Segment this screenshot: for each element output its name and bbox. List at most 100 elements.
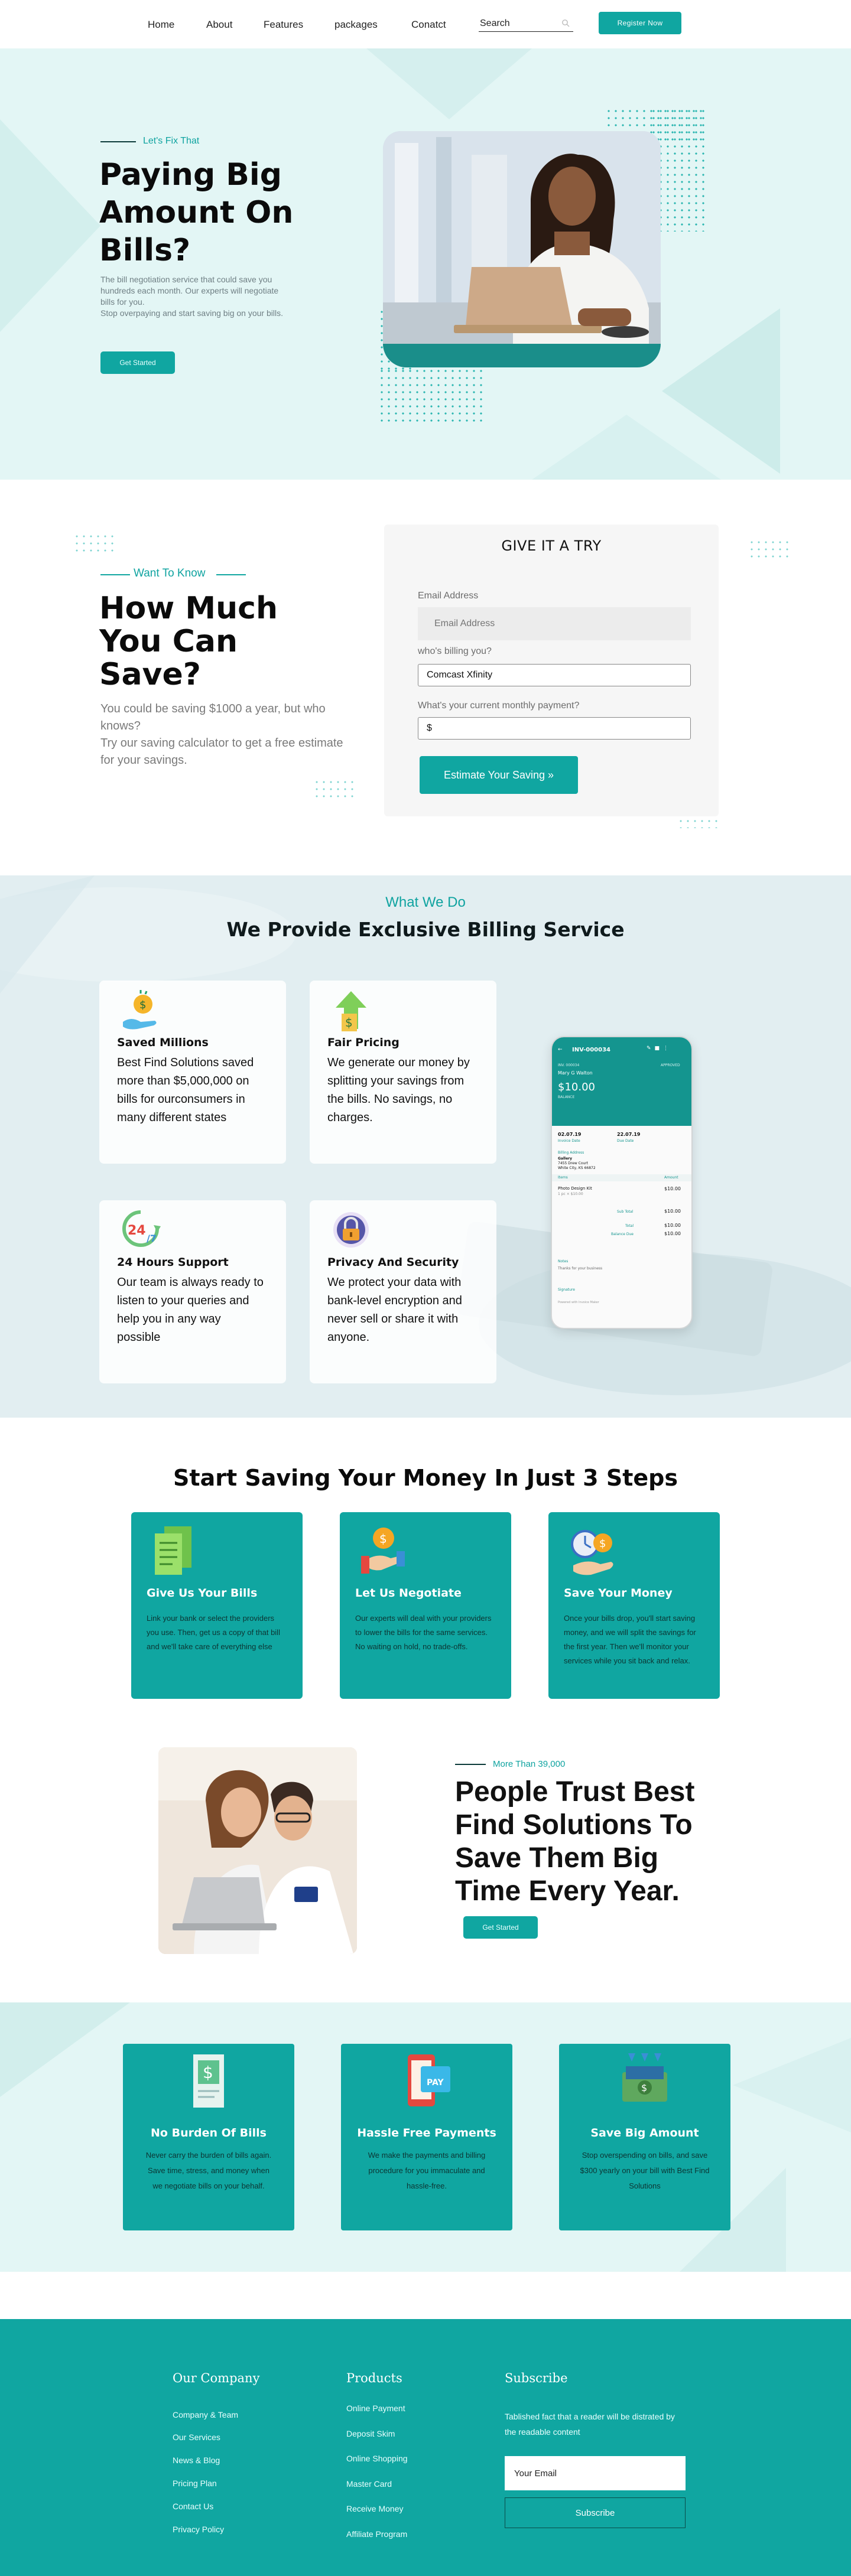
decor-triangle	[532, 415, 721, 480]
invoice-id: INV-000034	[572, 1047, 610, 1053]
footer-link[interactable]: Affiliate Program	[346, 2529, 407, 2539]
decor-dots	[313, 779, 356, 800]
footer-link[interactable]: Company & Team	[173, 2410, 238, 2419]
step-text: Once your bills drop, you'll start savin…	[564, 1614, 696, 1665]
decor-dots	[378, 367, 485, 424]
footer: Our Company Company & Team Our Services …	[0, 2319, 851, 2576]
benefit-text: Never carry the burden of bills again. S…	[145, 2151, 272, 2190]
billing-label: who's billing you?	[418, 646, 492, 656]
hero-section: Let's Fix That Paying Big Amount On Bill…	[0, 48, 851, 480]
billing-street: 7455 Drew Court	[558, 1161, 589, 1165]
services-tag: What We Do	[385, 894, 466, 910]
coin-hand-icon: $	[361, 1528, 405, 1574]
register-button[interactable]: Register Now	[599, 12, 681, 34]
nav-link-home[interactable]: Home	[148, 19, 174, 31]
step-card-negotiate: $ Let Us Negotiate Our experts will deal…	[340, 1512, 511, 1699]
step-card-save-money: $ Save Your Money Once your bills drop, …	[548, 1512, 720, 1699]
phone-invoice-mockup: ← INV-000034 ✎■⋮ INV. 000034 Mary G Walt…	[551, 1036, 693, 1329]
step-text: Our experts will deal with your provider…	[355, 1614, 492, 1651]
hero-tag: Let's Fix That	[143, 136, 200, 146]
signature-label: Signature	[558, 1288, 575, 1292]
step-card-give-bills: Give Us Your Bills Link your bank or sel…	[131, 1512, 303, 1699]
decor-triangle	[0, 119, 100, 332]
hero-photo	[383, 131, 661, 367]
decor-triangle	[366, 48, 532, 119]
calculator-card: GIVE IT A TRY Email Address who's billin…	[384, 525, 719, 816]
get-started-button[interactable]: Get Started	[100, 351, 175, 374]
due-date: 22.07.19	[617, 1132, 641, 1137]
savings-calculator-section: Want To Know How Much You Can Save? You …	[0, 480, 851, 875]
billing-address-label: Billing Address	[558, 1151, 584, 1155]
service-title: Saved Millions	[117, 1036, 209, 1049]
estimate-saving-button[interactable]: Estimate Your Saving »	[420, 756, 578, 794]
footer-link[interactable]: Pricing Plan	[173, 2479, 217, 2488]
footer-link[interactable]: Contact Us	[173, 2502, 213, 2511]
footer-link[interactable]: Receive Money	[346, 2504, 404, 2513]
nav-link-about[interactable]: About	[206, 19, 232, 31]
svg-text:$: $	[139, 999, 146, 1011]
balance-due-value: $10.00	[664, 1231, 681, 1236]
billing-provider-field[interactable]	[418, 664, 691, 686]
search-icon[interactable]	[561, 19, 570, 27]
money-hand-icon: $	[123, 990, 157, 1030]
service-title: Privacy And Security	[327, 1256, 459, 1269]
svg-text:$: $	[203, 2063, 213, 2082]
trust-tag: More Than 39,000	[493, 1759, 566, 1769]
lock-icon	[333, 1212, 369, 1248]
edit-icon: ✎■⋮	[647, 1046, 673, 1051]
bills-stack-icon	[155, 1526, 191, 1575]
benefit-title: Hassle Free Payments	[357, 2126, 496, 2139]
nav-link-features[interactable]: Features	[264, 19, 303, 31]
email-label: Email Address	[418, 591, 479, 601]
calculator-card-title: GIVE IT A TRY	[501, 538, 602, 554]
services-section: What We Do We Provide Exclusive Billing …	[0, 875, 851, 1418]
nav-link-contact[interactable]: Conatct	[411, 19, 446, 31]
svg-text:$: $	[379, 1532, 387, 1546]
service-card-fair-pricing: $ Fair Pricing We generate our money by …	[310, 981, 496, 1164]
support-24-7-icon: 24 /7	[122, 1210, 161, 1247]
phone-pay-icon: PAY	[408, 2054, 450, 2106]
footer-link[interactable]: Our Services	[173, 2432, 220, 2442]
total-label: Total	[625, 1224, 634, 1228]
monthly-payment-field[interactable]	[418, 717, 691, 740]
service-card-privacy-security: Privacy And Security We protect your dat…	[310, 1200, 496, 1383]
decor-triangle	[0, 2002, 130, 2097]
subscribe-text: Tablished fact that a reader will be dis…	[505, 2412, 675, 2437]
footer-link[interactable]: Master Card	[346, 2479, 392, 2489]
footer-link[interactable]: Online Payment	[346, 2404, 405, 2413]
email-field[interactable]	[418, 607, 691, 640]
billing-name: Gallery	[558, 1157, 573, 1161]
step-title: Give Us Your Bills	[147, 1587, 258, 1600]
couple-with-laptop-image	[158, 1747, 357, 1954]
benefit-card-save-big: $ Save Big Amount Stop overspending on b…	[559, 2044, 730, 2230]
benefit-text: Stop overspending on bills, and save $30…	[580, 2151, 710, 2190]
balance-label: BALANCE	[558, 1095, 575, 1099]
item-name: Photo Design Kit	[558, 1186, 592, 1191]
top-navigation: Home About Features packages Conatct Reg…	[0, 0, 851, 48]
subscribe-button[interactable]: Subscribe	[505, 2497, 686, 2528]
get-started-button[interactable]: Get Started	[463, 1916, 538, 1939]
trust-title: People Trust Best Find Solutions To Save…	[455, 1776, 695, 1907]
benefit-title: Save Big Amount	[590, 2126, 699, 2139]
search-input[interactable]	[479, 15, 573, 32]
receipt-dollar-icon: $	[193, 2054, 224, 2108]
footer-link[interactable]: News & Blog	[173, 2455, 220, 2465]
steps-title: Start Saving Your Money In Just 3 Steps	[173, 1465, 678, 1491]
notes-label: Notes	[558, 1259, 569, 1263]
nav-link-packages[interactable]: packages	[334, 19, 378, 31]
footer-link[interactable]: Privacy Policy	[173, 2525, 224, 2534]
footer-link[interactable]: Online Shopping	[346, 2454, 408, 2463]
svg-text:$: $	[599, 1538, 606, 1550]
footer-subscribe-heading: Subscribe	[505, 2371, 568, 2385]
footer-link[interactable]: Deposit Skim	[346, 2429, 395, 2438]
service-text: We protect your data with bank-level enc…	[327, 1276, 462, 1344]
calc-title: How Much You Can Save?	[99, 591, 278, 692]
tag-line	[100, 574, 130, 575]
benefits-section: $ No Burden Of Bills Never carry the bur…	[0, 2002, 851, 2272]
invoice-date: 02.07.19	[558, 1132, 582, 1137]
step-title: Let Us Negotiate	[355, 1587, 462, 1600]
payment-label: What's your current monthly payment?	[418, 701, 580, 711]
subscribe-email-input[interactable]	[505, 2456, 686, 2490]
status-badge: APPROVED	[661, 1063, 680, 1067]
back-arrow-icon: ←	[558, 1047, 563, 1053]
